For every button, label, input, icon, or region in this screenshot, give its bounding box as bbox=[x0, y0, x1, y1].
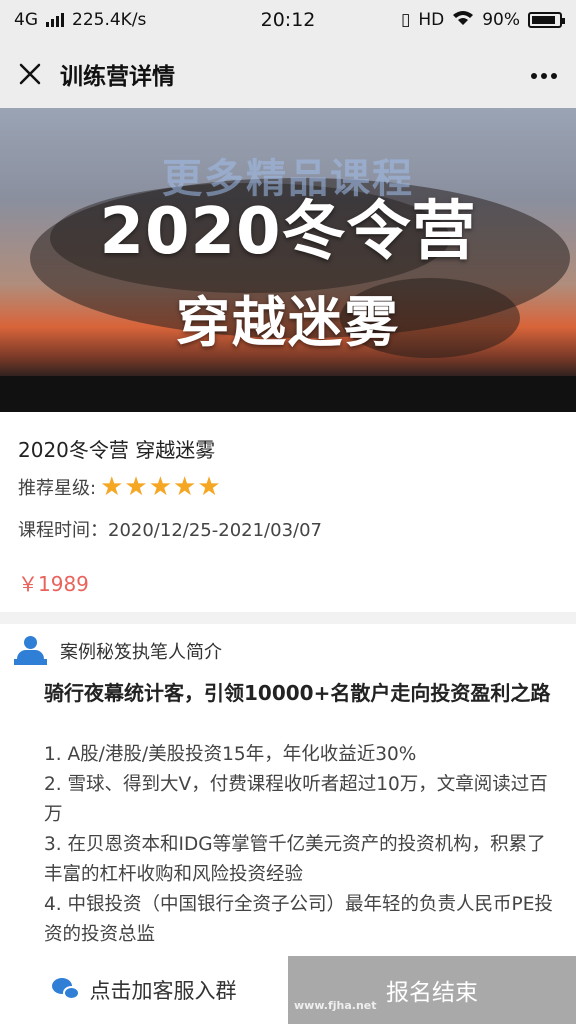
banner-title: 2020冬令营 bbox=[99, 195, 477, 269]
status-bar: 4G 225.4K/s 20:12 ▯ HD 90% bbox=[0, 0, 576, 40]
status-right: ▯ HD 90% bbox=[400, 10, 565, 31]
battery-icon bbox=[528, 12, 565, 28]
network-speed: 225.4K/s bbox=[72, 10, 147, 30]
bottom-bar: 点击加客服入群 www.fjha.net 报名结束 bbox=[0, 956, 576, 1024]
person-icon bbox=[14, 636, 48, 666]
page-title: 训练营详情 bbox=[60, 64, 175, 90]
star-icon: ★ bbox=[148, 472, 173, 502]
section-divider bbox=[0, 612, 576, 624]
list-item: 2. 雪球、得到大V，付费课程收听者超过10万，文章阅读过百万 bbox=[44, 774, 548, 825]
list-item: 4. 中银投资（中国银行全资子公司）最年轻的负责人民币PE投资的投资总监 bbox=[44, 894, 553, 945]
star-rating: ★ ★ ★ ★ ★ bbox=[100, 474, 222, 500]
battery-percent: 90% bbox=[482, 10, 520, 30]
wechat-icon bbox=[51, 978, 80, 1002]
close-icon[interactable] bbox=[0, 40, 60, 108]
section-title: 案例秘笈执笔人简介 bbox=[60, 642, 222, 663]
star-icon: ★ bbox=[197, 472, 221, 502]
rating-row: 推荐星级: ★ ★ ★ ★ ★ bbox=[18, 474, 222, 500]
status-left: 4G 225.4K/s bbox=[14, 10, 146, 30]
hd-label: HD bbox=[418, 10, 445, 30]
join-service-button[interactable]: 点击加客服入群 bbox=[0, 956, 288, 1024]
time-label: 课程时间： bbox=[18, 520, 108, 541]
title-bar: 训练营详情 bbox=[0, 40, 576, 108]
course-time: 课程时间：2020/12/25-2021/03/07 bbox=[18, 516, 322, 542]
course-banner: 更多精品课程 2020冬令营 穿越迷雾 bbox=[0, 108, 576, 412]
author-headline: 骑行夜幕统计客，引领10000+名散户走向投资盈利之路 bbox=[44, 681, 551, 705]
wifi-icon bbox=[452, 10, 474, 31]
more-icon[interactable] bbox=[530, 58, 558, 88]
time-value: 2020/12/25-2021/03/07 bbox=[108, 520, 322, 541]
rating-label: 推荐星级: bbox=[18, 478, 97, 499]
course-name: 2020冬令营 穿越迷雾 bbox=[18, 438, 216, 462]
list-item: 1. A股/港股/美股投资15年，年化收益近30% bbox=[44, 744, 417, 765]
enroll-watermark: www.fjha.net bbox=[294, 999, 377, 1012]
author-section: 案例秘笈执笔人简介 骑行夜幕统计客，引领10000+名散户走向投资盈利之路 1.… bbox=[0, 624, 576, 954]
course-info: 2020冬令营 穿越迷雾 推荐星级: ★ ★ ★ ★ ★ 课程时间：2020/12/25… bbox=[0, 412, 576, 612]
star-icon: ★ bbox=[124, 472, 148, 502]
star-icon: ★ bbox=[100, 472, 124, 502]
signal-icon bbox=[46, 13, 64, 27]
enroll-button[interactable]: www.fjha.net 报名结束 bbox=[288, 956, 576, 1024]
star-icon: ★ bbox=[173, 472, 197, 502]
banner-subtitle: 穿越迷雾 bbox=[176, 291, 400, 354]
network-type: 4G bbox=[14, 10, 38, 30]
service-label: 点击加客服入群 bbox=[89, 979, 237, 1003]
section-header: 案例秘笈执笔人简介 bbox=[14, 636, 222, 666]
author-points: 1. A股/港股/美股投资15年，年化收益近30% 2. 雪球、得到大V，付费课… bbox=[44, 740, 564, 950]
course-price: ￥1989 bbox=[18, 572, 89, 596]
list-item: 3. 在贝恩资本和IDG等掌管千亿美元资产的投资机构，积累了丰富的杠杆收购和风险… bbox=[44, 834, 546, 885]
vibrate-icon: ▯ bbox=[400, 10, 411, 30]
enroll-label: 报名结束 bbox=[386, 980, 478, 1006]
